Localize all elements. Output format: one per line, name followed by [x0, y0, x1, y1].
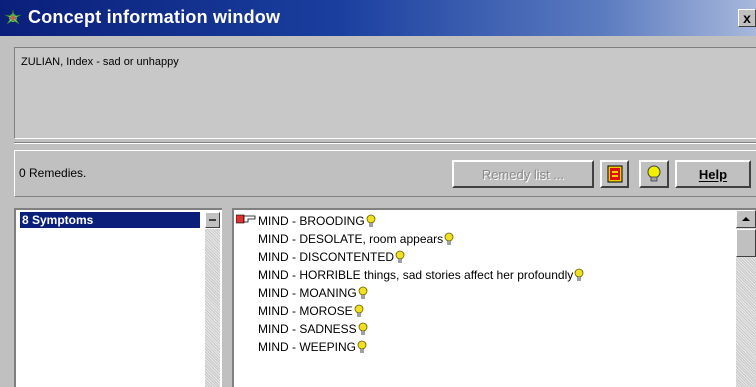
symptom-item[interactable]: MIND - DISCONTENTED: [234, 248, 584, 266]
arrow-up-icon: [742, 217, 750, 221]
symptom-label: MIND - MOROSE: [258, 304, 353, 318]
concept-text: ZULIAN, Index - sad or unhappy: [21, 56, 179, 68]
symptom-item[interactable]: MIND - BROODING: [234, 212, 584, 230]
symptom-item[interactable]: MIND - SADNESS: [234, 320, 584, 338]
lightbulb-icon: [357, 340, 367, 353]
divider: [14, 142, 756, 144]
remedies-count: 0 Remedies.: [19, 166, 87, 180]
symptom-item[interactable]: MIND - MOROSE: [234, 302, 584, 320]
lightbulb-icon: [574, 268, 584, 281]
title-bar: Concept information window x: [0, 0, 756, 36]
symptom-list: MIND - BROODING MIND - DESOLATE, room ap…: [234, 212, 584, 356]
close-button[interactable]: x: [738, 9, 756, 27]
symptoms-header[interactable]: 8 Symptoms: [20, 212, 200, 228]
window-title: Concept information window: [28, 7, 281, 27]
symptom-details-pane: MIND - BROODING MIND - DESOLATE, room ap…: [232, 208, 756, 387]
hint-button[interactable]: [639, 160, 669, 188]
symptom-label: MIND - HORRIBLE things, sad stories affe…: [258, 268, 574, 282]
symptom-item[interactable]: MIND - DESOLATE, room appears: [234, 230, 584, 248]
symptom-label: MIND - DESOLATE, room appears: [258, 232, 444, 246]
symptom-label: MIND - WEEPING: [258, 340, 356, 354]
symptom-item[interactable]: MIND - MOANING: [234, 284, 584, 302]
symptom-label: MIND - MOANING: [258, 286, 357, 300]
scroll-up-button[interactable]: [736, 210, 756, 228]
collapse-button[interactable]: [205, 212, 220, 228]
red-book-button[interactable]: [600, 160, 629, 188]
symptom-item[interactable]: MIND - WEEPING: [234, 338, 584, 356]
lightbulb-icon: [647, 165, 661, 182]
red-book-icon: [607, 165, 622, 183]
concept-panel: ZULIAN, Index - sad or unhappy: [14, 47, 756, 139]
lightbulb-icon: [354, 304, 364, 317]
symptom-label: MIND - BROODING: [258, 214, 365, 228]
symptoms-list-pane: 8 Symptoms: [14, 208, 222, 387]
lightbulb-icon: [366, 214, 376, 227]
help-label: Help: [698, 166, 728, 182]
lightbulb-icon: [358, 322, 368, 335]
pointing-hand-icon: [236, 214, 256, 224]
remedy-list-button[interactable]: Remedy list ...: [452, 160, 594, 188]
app-icon: [4, 9, 22, 25]
symptom-label: MIND - DISCONTENTED: [258, 250, 394, 264]
remedy-list-label: Remedy list ...: [481, 166, 565, 182]
lightbulb-icon: [444, 232, 454, 245]
lightbulb-icon: [395, 250, 405, 263]
symptom-label: MIND - SADNESS: [258, 322, 357, 336]
symptom-item[interactable]: MIND - HORRIBLE things, sad stories affe…: [234, 266, 584, 284]
scroll-thumb[interactable]: [736, 229, 756, 257]
vertical-scrollbar[interactable]: [736, 210, 756, 387]
help-button[interactable]: Help: [675, 160, 751, 188]
remedies-toolbar: 0 Remedies. Remedy list ... Help: [14, 150, 756, 197]
minus-icon: [209, 219, 216, 221]
left-scrollbar-track[interactable]: [205, 229, 220, 387]
lightbulb-icon: [358, 286, 368, 299]
